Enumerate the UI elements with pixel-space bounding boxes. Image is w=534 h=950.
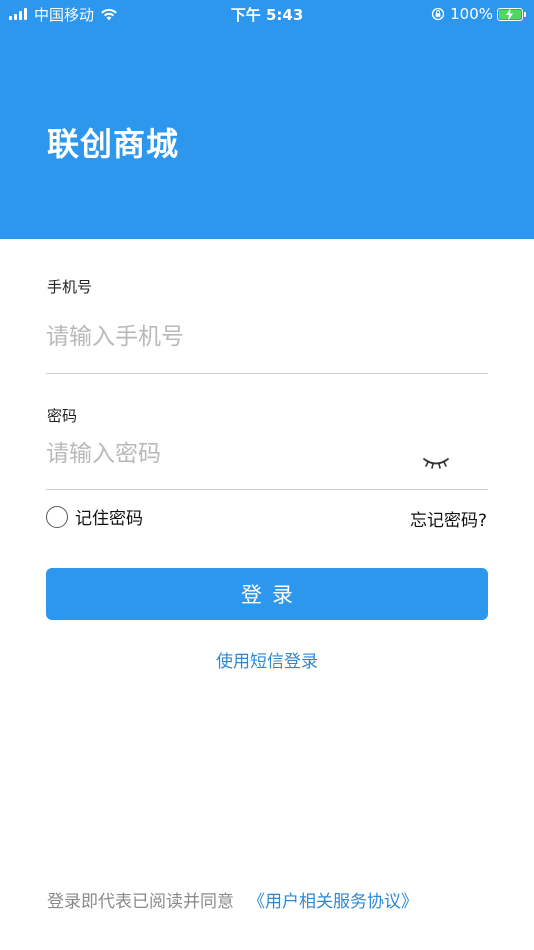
status-bar: 中国移动 下午 5:43 100% xyxy=(0,0,534,28)
sms-login-link[interactable]: 使用短信登录 xyxy=(0,647,534,672)
eye-closed-icon[interactable] xyxy=(422,455,450,474)
remember-password-toggle[interactable]: 记住密码 xyxy=(46,504,143,529)
phone-input[interactable] xyxy=(46,324,406,350)
login-screen: 中国移动 下午 5:43 100% 联创商城 手机号 请输入手机号 密码 记住密… xyxy=(0,0,534,950)
password-input[interactable] xyxy=(46,441,406,467)
battery-icon xyxy=(497,7,523,21)
password-field xyxy=(46,441,488,490)
password-label: 密码 xyxy=(47,407,78,425)
agreement-text: 登录即代表已阅读并同意 《用户相关服务协议》 xyxy=(47,887,418,912)
status-right: 100% xyxy=(431,3,526,25)
remember-radio[interactable] xyxy=(46,505,68,528)
login-button[interactable]: 登录 xyxy=(46,568,488,620)
remember-label: 记住密码 xyxy=(75,509,143,529)
phone-field xyxy=(46,324,488,374)
header-banner: 中国移动 下午 5:43 100% 联创商城 xyxy=(0,0,534,239)
app-title: 联创商城 xyxy=(47,125,180,163)
rotation-lock-icon xyxy=(431,7,445,21)
agreement-link[interactable]: 《用户相关服务协议》 xyxy=(248,892,418,912)
phone-label: 手机号 xyxy=(47,278,93,296)
forgot-password-link[interactable]: 忘记密码? xyxy=(410,506,487,531)
battery-percent: 100% xyxy=(450,5,493,23)
agreement-prefix: 登录即代表已阅读并同意 xyxy=(47,892,234,912)
battery-tip xyxy=(524,11,526,17)
